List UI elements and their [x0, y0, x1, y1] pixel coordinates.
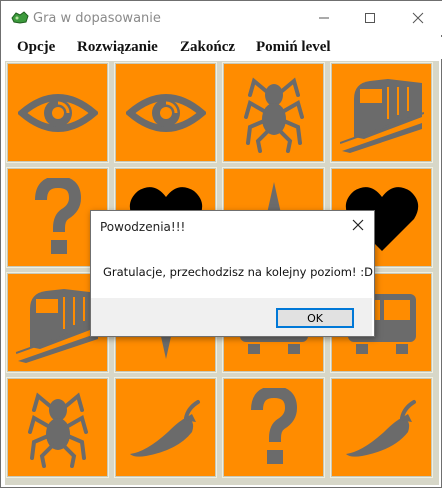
- menu-bar: Opcje Rozwiązanie Zakończ Pomiń level: [1, 37, 443, 59]
- tile[interactable]: [330, 377, 433, 478]
- dialog-footer: OK: [91, 298, 372, 336]
- message-dialog: Powodzenia!!! Gratulacje, przechodzisz n…: [90, 210, 375, 337]
- tile[interactable]: [6, 377, 109, 478]
- ok-button[interactable]: OK: [276, 308, 354, 328]
- eye-icon: [125, 93, 206, 132]
- close-button[interactable]: [395, 1, 441, 35]
- tile[interactable]: [222, 62, 325, 163]
- title-bar[interactable]: Gra w dopasowanie: [1, 1, 443, 35]
- maximize-icon: [365, 13, 375, 23]
- eye-icon: [17, 93, 98, 132]
- tile[interactable]: [222, 377, 325, 478]
- menu-pomin-level[interactable]: Pomiń level: [256, 39, 331, 56]
- train-icon: [339, 78, 424, 153]
- tile[interactable]: [114, 377, 217, 478]
- menu-rozwiazanie[interactable]: Rozwiązanie: [77, 39, 158, 56]
- close-icon: [412, 12, 424, 24]
- menu-opcje[interactable]: Opcje: [17, 39, 55, 56]
- menu-zakoncz[interactable]: Zakończ: [180, 39, 235, 56]
- minimize-icon: [319, 17, 329, 19]
- question-mark-icon: [34, 177, 81, 254]
- minimize-button[interactable]: [301, 1, 347, 35]
- dialog-title: Powodzenia!!!: [100, 220, 186, 234]
- question-mark-icon: [250, 387, 297, 464]
- chili-pepper-icon: [345, 399, 416, 457]
- maximize-button[interactable]: [347, 1, 393, 35]
- app-window: Gra w dopasowanie Opcje Rozwiązanie Zako…: [0, 0, 443, 488]
- window-title: Gra w dopasowanie: [33, 11, 161, 26]
- close-icon: [352, 219, 364, 231]
- chili-pepper-icon: [129, 399, 200, 457]
- dialog-message: Gratulacje, przechodzisz na kolejny pozi…: [103, 265, 373, 279]
- tile[interactable]: [330, 62, 433, 163]
- tile[interactable]: [6, 62, 109, 163]
- tile[interactable]: [114, 62, 217, 163]
- train-icon: [15, 288, 100, 363]
- dialog-close-button[interactable]: [348, 215, 368, 235]
- spider-icon: [27, 391, 88, 468]
- app-icon: [11, 11, 29, 24]
- spider-icon: [243, 76, 304, 153]
